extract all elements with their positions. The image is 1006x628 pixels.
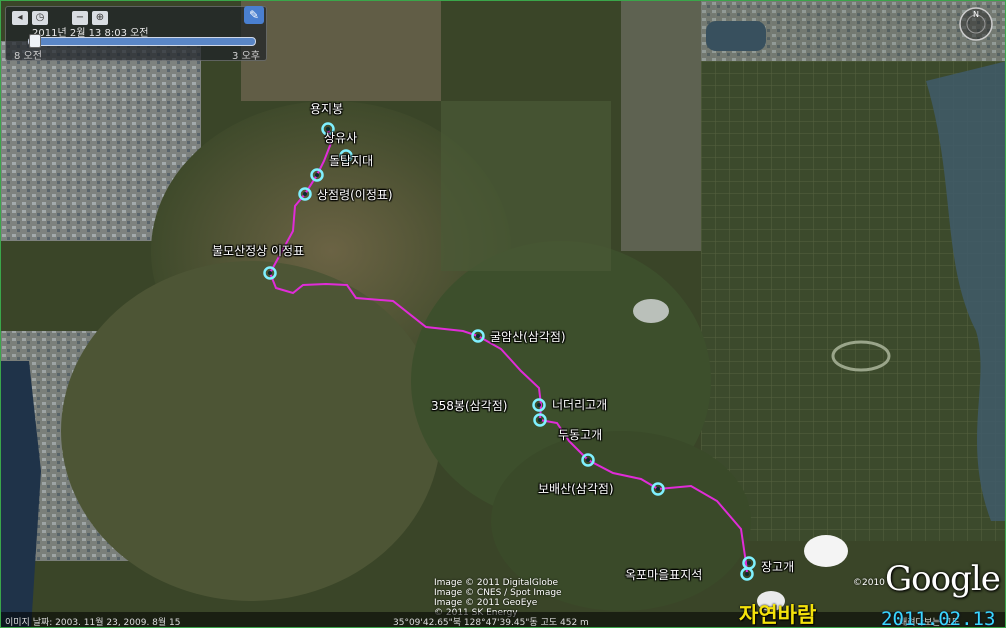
time-slider-thumb[interactable] xyxy=(29,34,41,48)
waypoint-label[interactable]: 너더리고개 xyxy=(552,396,607,413)
time-slider-panel: ◂ ◷ − ⊕ 2011년 2월 13 8:03 오전 8 오전 3 오후 xyxy=(5,6,267,62)
construction-zone xyxy=(621,1,701,251)
mountain-southwest xyxy=(61,261,441,601)
time-slider-start-label: 8 오전 xyxy=(14,51,42,62)
waypoint-label[interactable]: 용지봉 xyxy=(310,100,343,117)
waypoint-label[interactable]: 장고개 xyxy=(761,558,794,575)
google-copyright-year: ©2010 xyxy=(853,578,885,588)
waypoint-marker-center xyxy=(537,403,541,407)
waypoint-marker-center xyxy=(745,572,749,576)
waypoint-marker-center xyxy=(315,173,319,177)
waypoint-label[interactable]: 돌탑지대 xyxy=(329,152,373,169)
author-watermark: 자연바람 xyxy=(739,603,817,627)
photo-date-stamp: 2011.02.13 xyxy=(881,608,996,628)
compass-north-label: N xyxy=(973,10,979,19)
time-slider-end-label: 3 오후 xyxy=(232,51,260,62)
valley-center xyxy=(441,101,611,271)
reservoir-north xyxy=(706,21,766,51)
waypoint-marker-center xyxy=(586,458,590,462)
cloud-southeast xyxy=(804,535,848,567)
waypoint-label[interactable]: 상점령(이정표) xyxy=(317,186,393,203)
waypoint-marker-center xyxy=(303,192,307,196)
cursor-coordinates: 35°09'42.65"북 128°47'39.45"동 고도 452 m xyxy=(393,618,589,628)
attribution-line: Image © 2011 DigitalGlobe xyxy=(434,578,559,588)
map-viewport[interactable]: 용지봉상유사돌탑지대상점령(이정표) 불모산정상 이정표굴암산(삼각점) 358봉(… xyxy=(0,0,1006,628)
zoom-out-time-button[interactable]: − xyxy=(72,11,88,25)
attribution-line: Image © CNES / Spot Image xyxy=(434,588,562,598)
cloud-center xyxy=(633,299,669,323)
waypoint-marker-center xyxy=(476,334,480,338)
attribution-line: Image © 2011 GeoEye xyxy=(434,598,538,608)
time-slider-track[interactable] xyxy=(28,37,256,46)
satellite-map[interactable] xyxy=(1,1,1006,628)
waypoint-marker-center xyxy=(747,561,751,565)
waypoint-label[interactable]: 불모산정상 이정표 xyxy=(212,242,304,259)
ridge-north xyxy=(241,1,441,101)
waypoint-label[interactable]: 358봉(삼각점) xyxy=(431,397,507,414)
rewind-button[interactable]: ◂ xyxy=(12,11,28,25)
waypoint-label[interactable]: 상유사 xyxy=(324,129,357,146)
wrench-icon[interactable]: ✎ xyxy=(244,6,264,24)
waypoint-marker-center xyxy=(656,487,660,491)
compass-icon[interactable]: N xyxy=(957,5,995,43)
waypoint-label[interactable]: 옥포마을표지석 xyxy=(625,566,702,583)
waypoint-label[interactable]: 두동고개 xyxy=(558,426,602,443)
waypoint-label[interactable]: 보배산(삼각점) xyxy=(538,480,614,497)
zoom-in-time-button[interactable]: ⊕ xyxy=(92,11,108,25)
google-logo: Google xyxy=(885,559,1001,599)
clock-settings-button[interactable]: ◷ xyxy=(32,11,48,25)
imagery-date: 이미지 날짜: 2003. 11월 23, 2009. 8월 15 xyxy=(5,618,181,628)
waypoint-label[interactable]: 굴암산(삼각점) xyxy=(490,328,566,345)
waypoint-marker-center xyxy=(538,418,542,422)
waypoint-marker-center xyxy=(268,271,272,275)
